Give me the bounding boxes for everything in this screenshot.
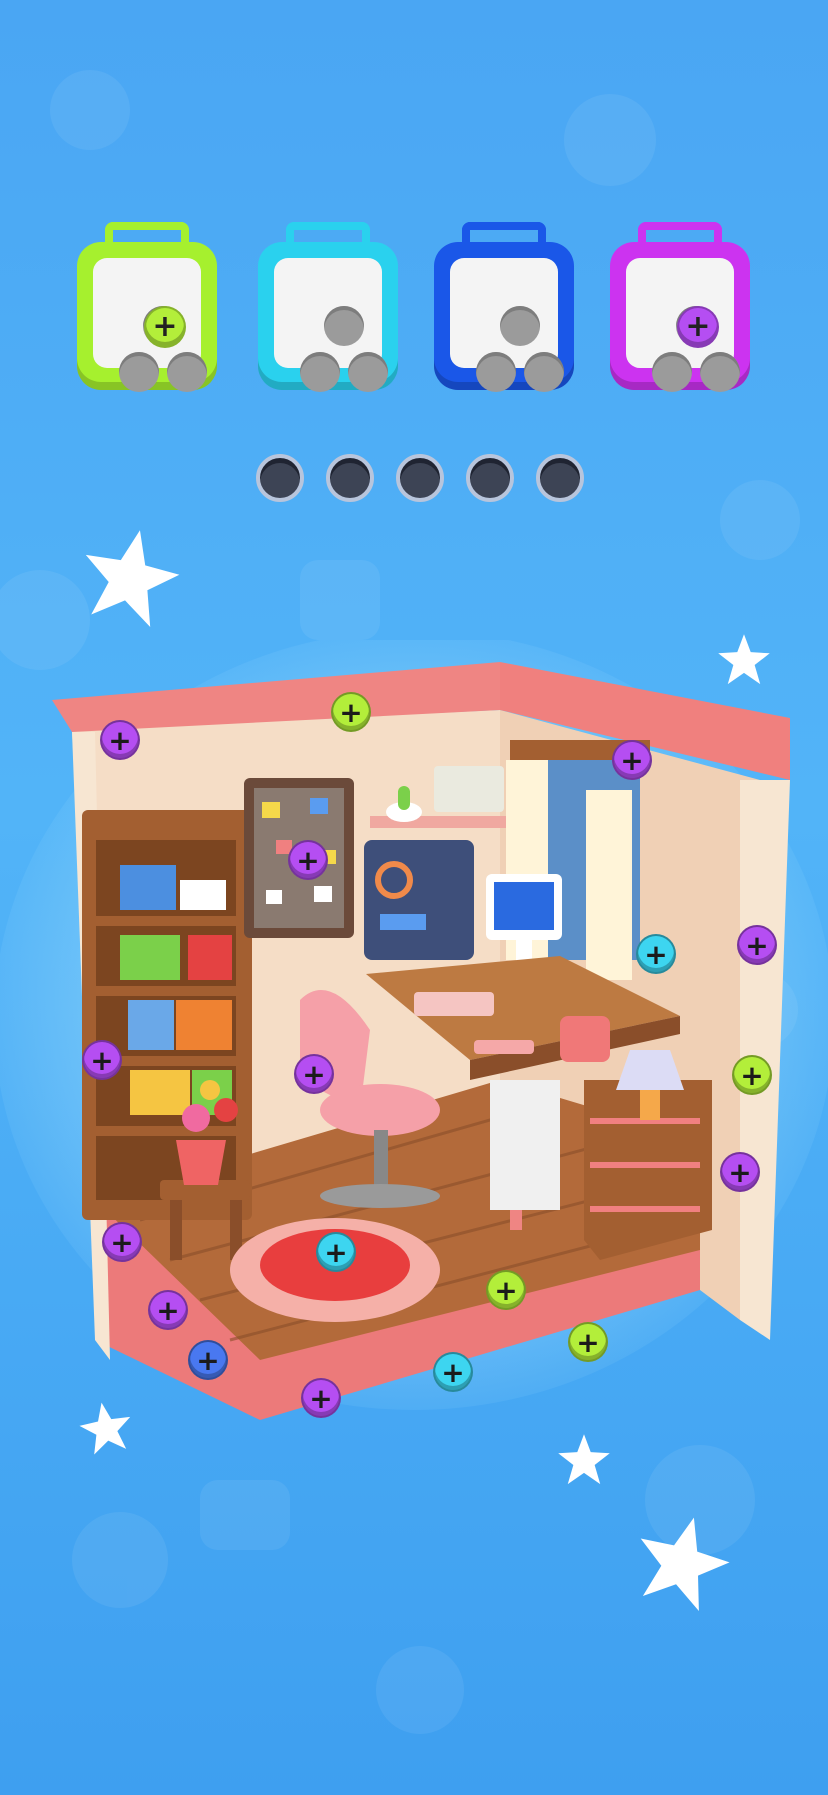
blue-screw-icon[interactable]: +	[188, 1340, 228, 1380]
cyan-screw-icon[interactable]: +	[433, 1352, 473, 1392]
screw-slot	[500, 306, 540, 346]
purple-screw-icon[interactable]: +	[148, 1290, 188, 1330]
purple-screw-icon[interactable]: +	[301, 1378, 341, 1418]
star-decoration	[640, 1517, 730, 1612]
purple-screw-icon[interactable]: +	[288, 840, 328, 880]
study-room-diorama	[0, 640, 828, 1420]
lime-screw-icon[interactable]: +	[331, 692, 371, 732]
screw-slot	[300, 352, 340, 392]
lime-screw-icon[interactable]: +	[568, 1322, 608, 1362]
placed-screw-icon: +	[677, 306, 719, 348]
toolbox-tray: +	[626, 258, 740, 392]
holding-slot[interactable]	[536, 454, 584, 502]
screw-slot	[700, 352, 740, 392]
screw-slot	[324, 306, 364, 346]
screw-slot	[476, 352, 516, 392]
purple-screw-icon[interactable]: +	[100, 720, 140, 760]
cyan-screw-icon[interactable]: +	[316, 1232, 356, 1272]
holding-slot[interactable]	[396, 454, 444, 502]
lime-screw-icon[interactable]: +	[486, 1270, 526, 1310]
purple-screw-icon[interactable]: +	[294, 1054, 334, 1094]
screw-slot	[167, 352, 207, 392]
toolbox-blue	[434, 222, 574, 392]
toolbox-magenta: +	[610, 222, 750, 392]
purple-screw-icon[interactable]: +	[82, 1040, 122, 1080]
toolbox-tray: +	[93, 258, 207, 392]
toolbox-tray	[450, 258, 564, 392]
holding-slot[interactable]	[326, 454, 374, 502]
star-decoration	[85, 530, 180, 628]
toolbox-cyan	[258, 222, 398, 392]
lime-screw-icon[interactable]: +	[732, 1055, 772, 1095]
screw-slot	[524, 352, 564, 392]
cyan-screw-icon[interactable]: +	[636, 934, 676, 974]
screw-slot	[119, 352, 159, 392]
purple-screw-icon[interactable]: +	[720, 1152, 760, 1192]
screw-slot	[652, 352, 692, 392]
placed-screw-icon: +	[144, 306, 186, 348]
purple-screw-icon[interactable]: +	[737, 925, 777, 965]
screw-slot	[348, 352, 388, 392]
star-decoration	[558, 1434, 610, 1485]
holding-slot[interactable]	[256, 454, 304, 502]
toolbox-tray	[274, 258, 388, 392]
purple-screw-icon[interactable]: +	[612, 740, 652, 780]
toolbox-lime: +	[77, 222, 217, 392]
holding-slot[interactable]	[466, 454, 514, 502]
purple-screw-icon[interactable]: +	[102, 1222, 142, 1262]
